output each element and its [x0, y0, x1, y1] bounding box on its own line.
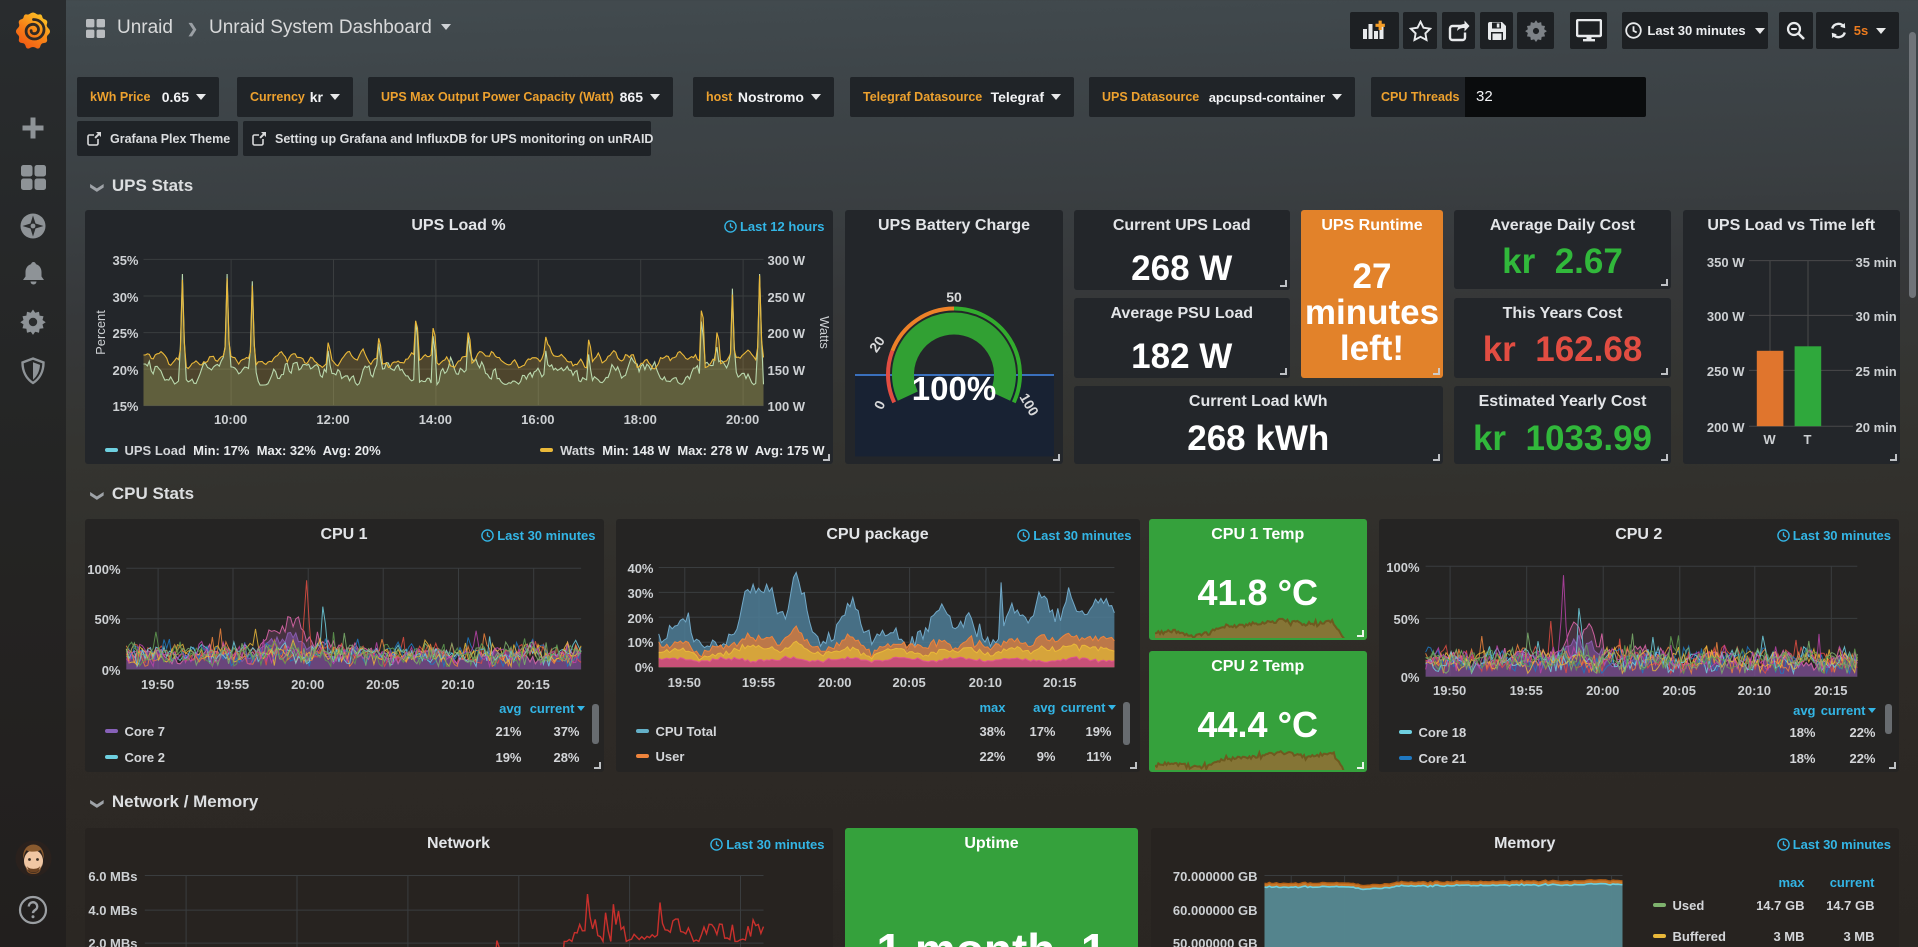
- svg-text:100%: 100%: [912, 370, 996, 407]
- svg-text:50: 50: [946, 289, 962, 305]
- svg-text:20: 20: [866, 333, 888, 355]
